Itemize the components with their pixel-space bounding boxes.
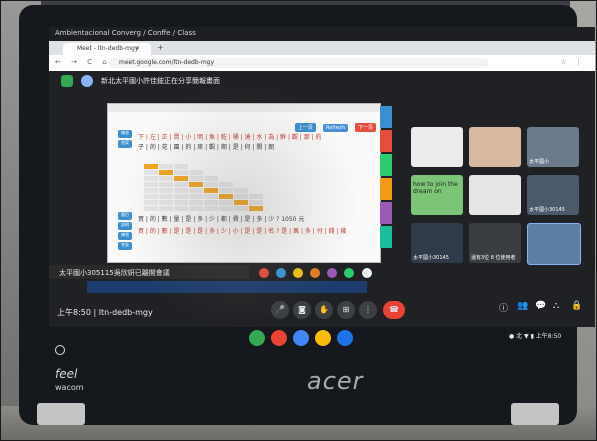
slide-tag: 練習 bbox=[118, 232, 132, 240]
slide-side-tab[interactable] bbox=[380, 202, 392, 224]
slide-side-tab[interactable] bbox=[380, 178, 392, 200]
avatar bbox=[81, 75, 93, 87]
hang-up-button[interactable]: ☎ bbox=[383, 301, 405, 319]
more-options-icon[interactable]: ⋮ bbox=[359, 301, 377, 319]
app-tray bbox=[259, 263, 409, 278]
camera-app-icon[interactable] bbox=[337, 330, 353, 346]
photo-frame: Ambientacional Converg / Conffe / Class … bbox=[0, 0, 597, 441]
slide-titlebar bbox=[108, 104, 380, 112]
os-topbar-text: Ambientacional Converg / Conffe / Class bbox=[55, 29, 196, 37]
people-icon[interactable]: 👥 bbox=[517, 301, 528, 311]
participant-grid: 太平國小 how to join the dream on 太平國小30145 … bbox=[411, 127, 591, 277]
slide-tag: 練習 bbox=[118, 130, 132, 138]
participant-tile[interactable] bbox=[527, 223, 581, 265]
participant-tile[interactable] bbox=[469, 127, 521, 167]
browser-tab[interactable]: Meet - ltn-dedb-mgy × bbox=[63, 43, 151, 55]
activities-icon[interactable]: ⛬ bbox=[553, 301, 559, 311]
slide-text-line: 下 | 左 | 正 | 賣 | 小 | 明 | 魚 | 乾 | 桶 | 澆 | … bbox=[138, 134, 322, 141]
hinge-right bbox=[511, 403, 559, 425]
app-icon[interactable] bbox=[344, 268, 355, 278]
participant-tile[interactable]: how to join the dream on bbox=[411, 175, 463, 215]
chat-icon[interactable]: 💬 bbox=[535, 301, 546, 311]
slide-prev-button[interactable]: 上一頁 bbox=[294, 123, 316, 132]
shared-slide: 上一頁 Refresh 下一頁 練習 答案 下 | 左 | 正 | 賣 | 小 … bbox=[107, 103, 392, 263]
slide-side-tab[interactable] bbox=[380, 106, 392, 128]
acer-logo: acer bbox=[307, 367, 364, 395]
app-icon[interactable] bbox=[293, 268, 304, 278]
info-icon[interactable]: ⓘ bbox=[499, 301, 508, 314]
slide-tag: 答案 bbox=[118, 140, 132, 148]
url-input[interactable]: meet.google.com/ltn-dedb-mgy bbox=[109, 58, 489, 68]
files-icon[interactable] bbox=[293, 330, 309, 346]
chromeos-shelf bbox=[249, 327, 389, 349]
meet-bottom-bar: 上午8:50 | ltn-dedb-mgy 🎤 ◙ ✋ ⊞ ⋮ ☎ ⓘ 👥 💬 … bbox=[49, 293, 595, 327]
app-icon[interactable] bbox=[361, 268, 372, 278]
slide-tag: 說明 bbox=[118, 222, 132, 230]
close-icon[interactable]: × bbox=[135, 45, 140, 52]
laptop: Ambientacional Converg / Conffe / Class … bbox=[19, 5, 595, 425]
app-icon[interactable] bbox=[249, 330, 265, 346]
app-icon[interactable] bbox=[259, 268, 269, 278]
slide-refresh-button[interactable]: Refresh bbox=[323, 124, 348, 132]
slide-side-tab[interactable] bbox=[380, 226, 392, 248]
raise-hand-icon[interactable]: ✋ bbox=[315, 301, 333, 319]
lock-icon[interactable]: 🔒 bbox=[571, 301, 582, 311]
leave-notification: 太平國小305115吳欣妍已離開會議 bbox=[49, 265, 249, 279]
os-topbar: Ambientacional Converg / Conffe / Class bbox=[49, 27, 595, 41]
url-text: meet.google.com/ltn-dedb-mgy bbox=[119, 59, 215, 66]
slide-next-button[interactable]: 下一頁 bbox=[354, 123, 376, 132]
app-icon[interactable] bbox=[315, 330, 331, 346]
tab-title: Meet - ltn-dedb-mgy bbox=[77, 45, 139, 52]
chrome-icon[interactable] bbox=[271, 330, 287, 346]
participant-tile[interactable] bbox=[411, 127, 463, 167]
app-icon[interactable] bbox=[310, 268, 321, 278]
participant-tile[interactable]: 太平國小30145 bbox=[527, 175, 579, 215]
camera-icon[interactable]: ◙ bbox=[293, 301, 311, 319]
meet-presenter-bar: 新北太平國小許佳鋐正在分享簡報畫面 bbox=[49, 71, 595, 91]
slide-text-line: 買 | 的 | 數 | 是 | 是 | 是 | 多 | 少 | 小 | 是 | … bbox=[138, 228, 347, 235]
status-tray[interactable]: ● 北 ▼ ▮ 上午8:50 bbox=[509, 331, 561, 340]
participant-tile[interactable]: 太平國小30145 bbox=[411, 223, 463, 263]
meeting-info: 上午8:50 | ltn-dedb-mgy bbox=[57, 308, 153, 317]
slide-side-tabs bbox=[380, 106, 392, 250]
laptop-screen: Ambientacional Converg / Conffe / Class … bbox=[49, 27, 595, 327]
slide-text-line: 買 | 的 | 數 | 量 | 是 | 多 | 少 | 都 | 費 | 是 | … bbox=[138, 216, 305, 223]
app-icon[interactable] bbox=[276, 268, 287, 278]
slide-tag: 題目 bbox=[118, 212, 132, 220]
participant-tile[interactable] bbox=[469, 175, 521, 215]
slide-text-line: 子 | 的 | 花 | 園 | 的 | 來 | 觀 | 期 | 是 | 何 | … bbox=[138, 144, 275, 151]
hinge-left bbox=[37, 403, 85, 425]
pen-brand: wacom bbox=[55, 383, 84, 392]
participant-tile[interactable]: 還有3位 8 位使用者 bbox=[469, 223, 521, 263]
nav-icons[interactable]: ← → C ⌂ bbox=[55, 58, 111, 66]
browser-tab-strip: Meet - ltn-dedb-mgy × + bbox=[49, 41, 595, 55]
notification-text: 太平國小305115吳欣妍已離開會議 bbox=[59, 269, 170, 277]
slide-number-grid bbox=[144, 154, 294, 211]
new-tab-icon[interactable]: + bbox=[157, 43, 164, 52]
slide-tag: 答案 bbox=[118, 242, 132, 250]
presenter-text: 新北太平國小許佳鋐正在分享簡報畫面 bbox=[101, 77, 220, 85]
slide-side-tab[interactable] bbox=[380, 130, 392, 152]
slide-buttons: 上一頁 Refresh 下一頁 bbox=[293, 114, 376, 133]
participant-tile[interactable]: 太平國小 bbox=[527, 127, 579, 167]
slide-side-tab[interactable] bbox=[380, 154, 392, 176]
browser-tools-icons[interactable]: ☆ ⋮ bbox=[560, 58, 585, 66]
app-icon[interactable] bbox=[327, 268, 338, 278]
microphone-icon[interactable]: 🎤 bbox=[271, 301, 289, 319]
launcher-icon[interactable] bbox=[55, 345, 65, 355]
meet-logo-icon bbox=[61, 75, 73, 87]
present-icon[interactable]: ⊞ bbox=[337, 301, 355, 319]
address-bar: ← → C ⌂ meet.google.com/ltn-dedb-mgy ☆ ⋮ bbox=[49, 55, 595, 71]
pen-logo: feel bbox=[55, 367, 78, 381]
